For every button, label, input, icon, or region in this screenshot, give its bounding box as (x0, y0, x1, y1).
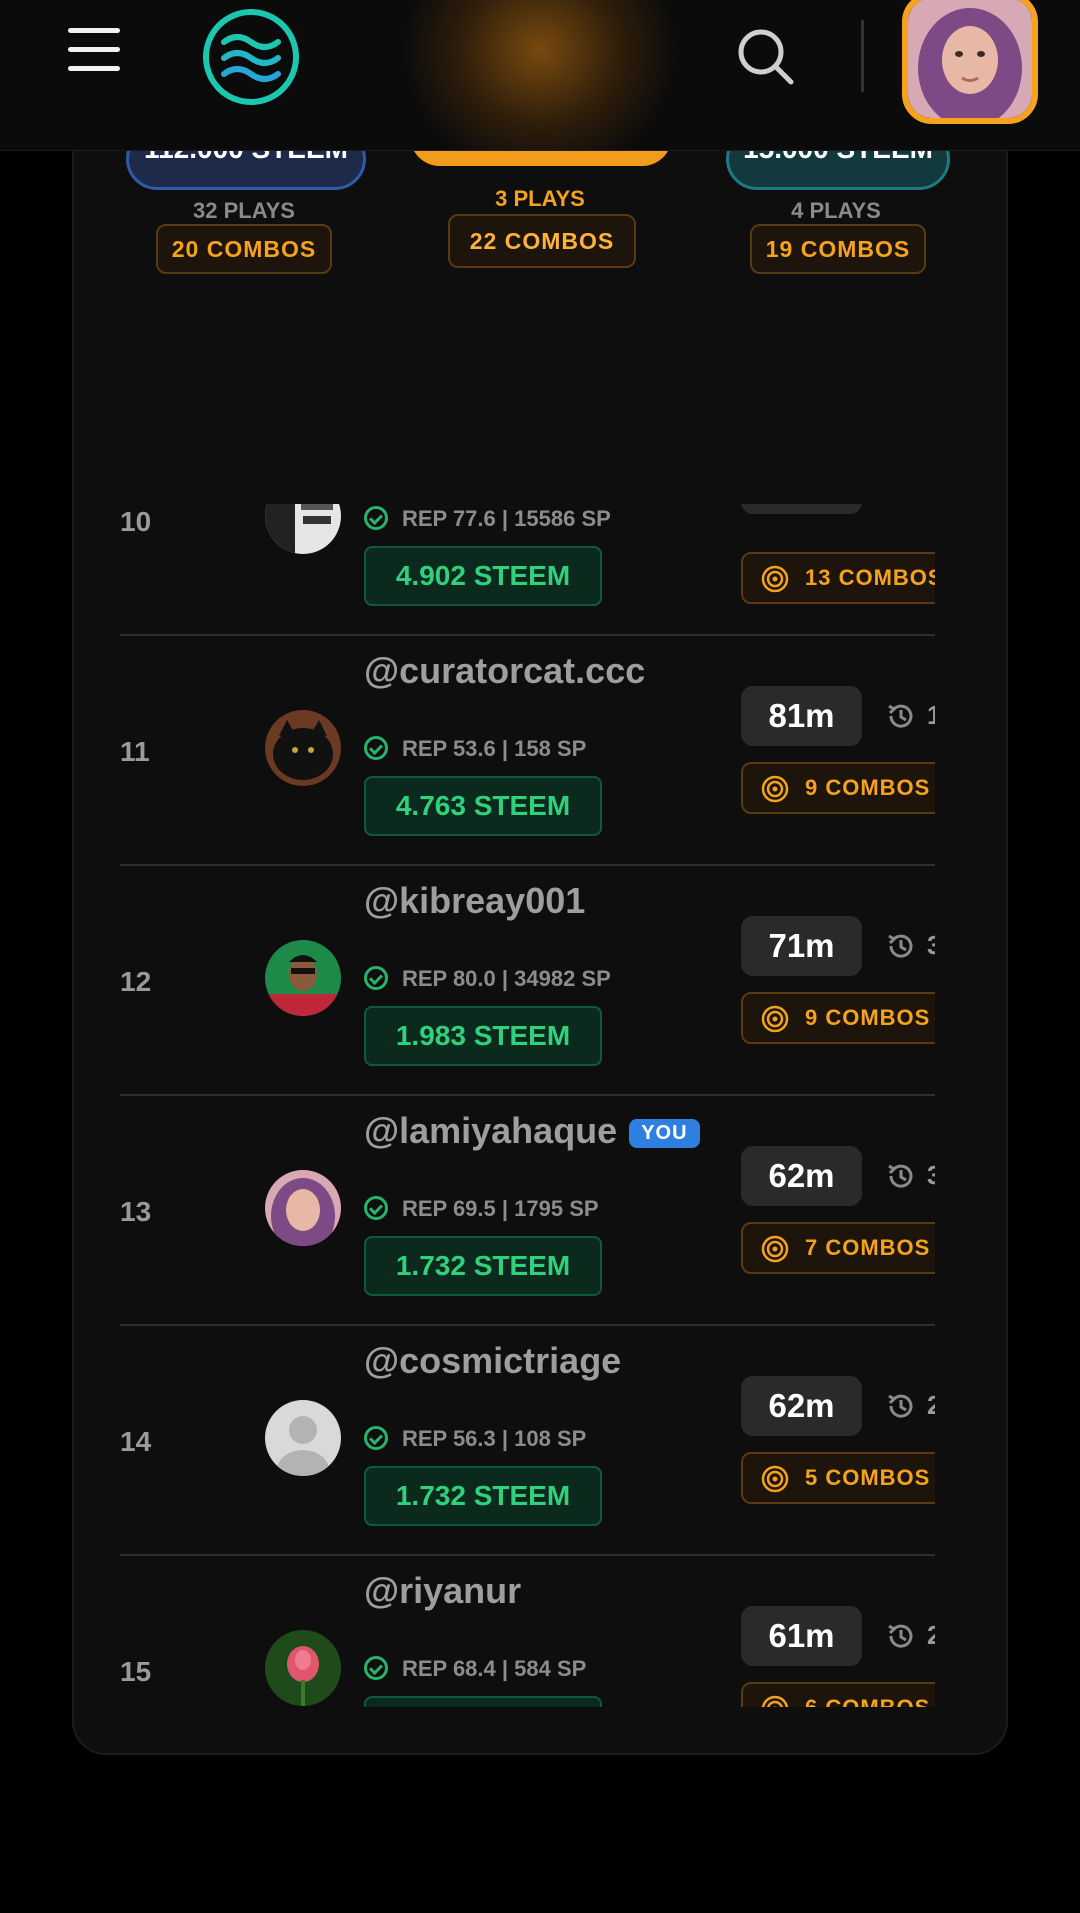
combos-tag: 13 COMBOS (741, 552, 935, 604)
rep-stats: REP 80.0 | 34982 SP (364, 966, 611, 992)
podium-plays-3rd: 4 PLAYS (791, 198, 881, 223)
target-icon (761, 775, 789, 803)
target-icon (761, 1695, 789, 1707)
history-icon (888, 1624, 913, 1648)
rank-number: 13 (120, 1196, 152, 1227)
rank-number: 10 (120, 506, 152, 537)
target-icon (761, 1005, 789, 1033)
search-icon[interactable] (735, 26, 797, 88)
verified-check-icon (364, 1426, 388, 1451)
verified-check-icon (364, 1656, 388, 1681)
time-pill: 62m (741, 1376, 862, 1436)
waves-logo-icon[interactable] (200, 6, 302, 108)
user-avatar[interactable] (265, 940, 341, 1016)
combos-tag: 6 COMBOS (741, 1682, 935, 1707)
user-avatar[interactable] (265, 710, 341, 786)
rep-stats: REP 53.6 | 158 SP (364, 736, 586, 762)
time-pill: 62m (741, 1146, 862, 1206)
leaderboard-row-11[interactable]: 11 @curatorcat.ccc REP 53.6 | 158 SP 4.7… (120, 636, 935, 866)
verified-check-icon (364, 1196, 388, 1221)
verified-check-icon (364, 736, 388, 761)
steem-reward-button[interactable]: 4.763 STEEM (364, 776, 602, 836)
rank-number: 12 (120, 966, 152, 997)
time-pill (741, 504, 862, 514)
history-icon (888, 1394, 913, 1418)
username[interactable]: @lamiyahaque YOU (364, 1110, 700, 1152)
leaderboard-row-10[interactable]: 10 REP 77.6 | 15586 SP 4.902 STEEM 13 CO… (120, 504, 935, 636)
history-count: 1 (927, 700, 935, 730)
target-icon (761, 1465, 789, 1493)
podium-plays-1st: 3 PLAYS (495, 186, 585, 211)
leaderboard-row-15[interactable]: 15 @riyanur REP 68.4 | 584 SP 61m 2 6 CO… (120, 1556, 935, 1707)
target-icon (761, 565, 789, 593)
combos-tag: 9 COMBOS (741, 762, 935, 814)
podium-combos-1st: 22 COMBOS (448, 214, 636, 268)
rep-stats: REP 56.3 | 108 SP (364, 1426, 586, 1452)
combos-tag: 9 COMBOS (741, 992, 935, 1044)
podium-combos-3rd: 19 COMBOS (750, 224, 926, 274)
rep-stats: REP 68.4 | 584 SP (364, 1656, 586, 1682)
leaderboard-row-13[interactable]: 13 @lamiyahaque YOU REP 69.5 | 1795 SP 1.… (120, 1096, 935, 1326)
username[interactable]: @cosmictriage (364, 1340, 621, 1382)
steem-reward-button[interactable]: 1.983 STEEM (364, 1006, 602, 1066)
user-avatar[interactable] (265, 1170, 341, 1246)
time-pill: 81m (741, 686, 862, 746)
history-icon (888, 704, 913, 728)
leaderboard-list[interactable]: 10 REP 77.6 | 15586 SP 4.902 STEEM 13 CO… (120, 504, 935, 1707)
username[interactable]: @riyanur (364, 1570, 521, 1612)
time-pill: 61m (741, 1606, 862, 1666)
you-badge: YOU (629, 1118, 700, 1148)
rank-number: 15 (120, 1656, 152, 1687)
steem-reward-button[interactable]: 4.902 STEEM (364, 546, 602, 606)
verified-check-icon (364, 966, 388, 991)
rep-stats: REP 77.6 | 15586 SP (364, 506, 611, 532)
header-divider (861, 20, 864, 92)
steem-reward-button[interactable]: 1.732 STEEM (364, 1236, 602, 1296)
hamburger-menu-icon[interactable] (66, 26, 122, 76)
default-user-avatar-icon[interactable] (265, 1400, 341, 1476)
history-icon (888, 1164, 913, 1188)
rank-number: 11 (120, 736, 150, 767)
user-avatar[interactable] (265, 504, 341, 554)
history-icon (888, 934, 913, 958)
combos-tag: 5 COMBOS (741, 1452, 935, 1504)
leaderboard-row-12[interactable]: 12 @kibreay001 REP 80.0 | 34982 SP 1.983… (120, 866, 935, 1096)
combos-tag: 7 COMBOS (741, 1222, 935, 1274)
history-count: 3 (927, 1160, 935, 1190)
podium-plays-2nd: 32 PLAYS (193, 198, 295, 223)
rank-number: 14 (120, 1426, 152, 1457)
time-pill: 71m (741, 916, 862, 976)
steem-reward-button[interactable]: 1.732 STEEM (364, 1466, 602, 1526)
history-count: 3 (927, 930, 935, 960)
user-avatar[interactable] (265, 1630, 341, 1706)
header-glow (400, 0, 680, 150)
history-count: 2 (927, 1390, 935, 1420)
steem-reward-button[interactable] (364, 1696, 602, 1707)
top-app-bar (0, 0, 1080, 151)
leaderboard-row-14[interactable]: 14 @cosmictriage REP 56.3 | 108 SP 1.732… (120, 1326, 935, 1556)
rep-stats: REP 69.5 | 1795 SP (364, 1196, 599, 1222)
history-count: 2 (927, 1620, 935, 1650)
verified-check-icon (364, 506, 388, 531)
podium-combos-2nd: 20 COMBOS (156, 224, 332, 274)
target-icon (761, 1235, 789, 1263)
username[interactable]: @curatorcat.ccc (364, 650, 645, 692)
profile-avatar[interactable] (902, 0, 1038, 124)
username[interactable]: @kibreay001 (364, 880, 585, 922)
